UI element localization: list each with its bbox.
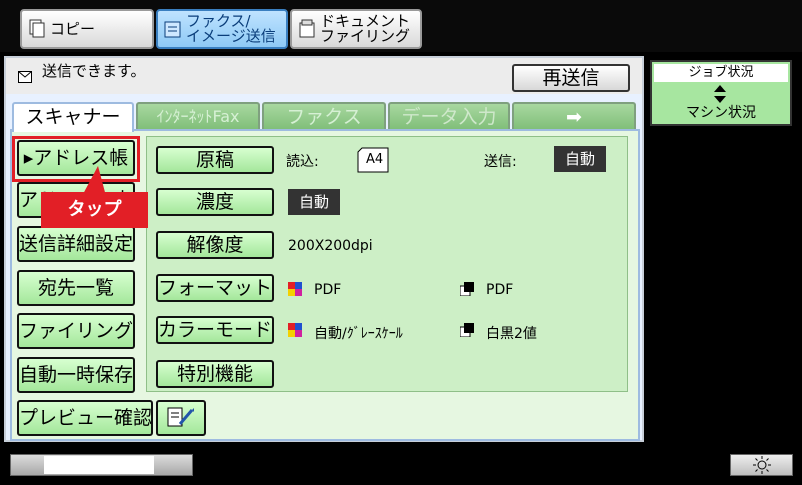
- send-settings-button[interactable]: 送信詳細設定: [17, 226, 135, 262]
- machine-status-label: マシン状況: [686, 105, 756, 121]
- settings-box: [146, 136, 628, 392]
- tab-scanner[interactable]: スキャナー: [12, 102, 134, 132]
- bw-scan-icon: [459, 281, 474, 297]
- color-mode-bw-value: 白黒2値: [486, 326, 537, 342]
- quick-file-button[interactable]: 自動一時保存: [17, 357, 135, 393]
- color-scan-icon: [288, 322, 302, 337]
- original-button[interactable]: 原稿: [156, 146, 274, 174]
- sun-icon: [752, 456, 771, 474]
- job-status-title: ジョブ状況: [654, 64, 788, 82]
- resend-button[interactable]: 再送信: [512, 64, 630, 92]
- mode-tab-fax-image-send[interactable]: ファクス/ イメージ送信: [156, 9, 288, 49]
- resolution-value: 200X200dpi: [288, 238, 373, 254]
- status-message: 送信できます。: [42, 62, 146, 80]
- format-bw-value: PDF: [486, 282, 514, 298]
- send-size-value: 自動: [554, 146, 606, 172]
- fax-icon: [164, 19, 182, 39]
- mode-label: コピー: [50, 19, 96, 38]
- mode-tab-copy[interactable]: コピー: [20, 9, 154, 49]
- color-mode-color-value: 自動/ｸﾞﾚｰｽｹｰﾙ: [314, 326, 403, 342]
- mode-label: ドキュメント ファイリング: [320, 12, 411, 45]
- mode-tab-document-filing[interactable]: ドキュメント ファイリング: [290, 9, 422, 49]
- envelope-icon: [18, 68, 32, 83]
- special-modes-button[interactable]: 特別機能: [156, 360, 274, 388]
- tap-callout: タップ: [41, 192, 148, 228]
- bottom-progress-fill: [44, 456, 154, 474]
- copy-icon: [28, 19, 46, 39]
- address-list-button[interactable]: 宛先一覧: [17, 270, 135, 306]
- format-color-value: PDF: [314, 282, 342, 298]
- bw-scan-icon: [459, 322, 474, 338]
- read-label: 読込:: [286, 154, 319, 170]
- send-label: 送信:: [484, 154, 517, 170]
- preview-button[interactable]: プレビュー確認: [17, 400, 153, 436]
- mode-label: ファクス/ イメージ送信: [186, 12, 276, 45]
- tab-internet-fax[interactable]: ｲﾝﾀｰﾈｯﾄFax: [136, 102, 260, 130]
- resolution-button[interactable]: 解像度: [156, 231, 274, 259]
- density-button[interactable]: 濃度: [156, 188, 274, 216]
- color-scan-icon: [288, 281, 302, 296]
- tab-next-arrow[interactable]: ➡: [512, 102, 636, 130]
- filing-button[interactable]: ファイリング: [17, 313, 135, 349]
- tab-data-entry[interactable]: データ入力: [388, 102, 510, 130]
- preview-edit-icon[interactable]: [156, 400, 206, 436]
- brightness-button[interactable]: [730, 454, 793, 476]
- density-value: 自動: [288, 189, 340, 215]
- read-size-value: A4: [366, 152, 384, 167]
- tab-fax[interactable]: ファクス: [262, 102, 386, 130]
- format-button[interactable]: フォーマット: [156, 274, 274, 302]
- toggle-arrows-icon: [712, 84, 728, 104]
- color-mode-button[interactable]: カラーモード: [156, 316, 274, 344]
- filing-icon: [298, 19, 316, 39]
